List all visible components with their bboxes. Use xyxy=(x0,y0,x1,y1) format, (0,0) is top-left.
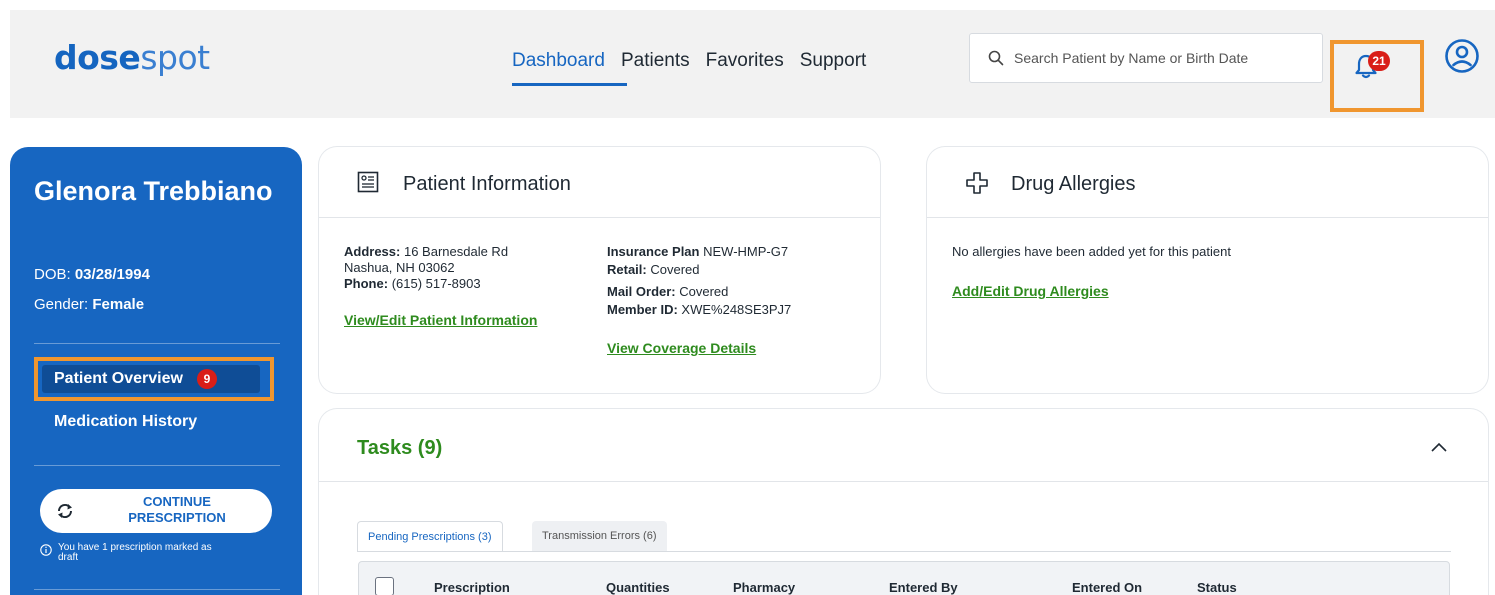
draft-notice: You have 1 prescription marked as draft xyxy=(40,543,218,563)
column-entered-on[interactable]: Entered On xyxy=(1072,580,1142,595)
notification-count-badge: 21 xyxy=(1368,51,1390,71)
patient-contact-details: Address: 16 Barnesdale Rd Nashua, NH 030… xyxy=(344,244,538,328)
tab-transmission-errors[interactable]: Transmission Errors (6) xyxy=(532,521,667,551)
insurance-details: Insurance Plan NEW-HMP-G7 Retail: Covere… xyxy=(607,244,792,356)
column-prescription[interactable]: Prescription xyxy=(434,580,510,595)
dosespot-logo[interactable]: dosespot xyxy=(54,38,210,77)
drug-allergies-card: Drug Allergies No allergies have been ad… xyxy=(927,147,1488,393)
column-entered-by[interactable]: Entered By xyxy=(889,580,958,595)
info-icon xyxy=(40,544,52,556)
drug-allergies-title: Drug Allergies xyxy=(1011,173,1136,195)
continue-prescription-button[interactable]: CONTINUE PRESCRIPTION xyxy=(40,489,272,533)
column-pharmacy[interactable]: Pharmacy xyxy=(733,580,795,595)
notifications-highlight: 21 xyxy=(1330,40,1424,112)
no-allergies-message: No allergies have been added yet for thi… xyxy=(952,244,1231,259)
tasks-card: Tasks (9) Pending Prescriptions (3) Tran… xyxy=(319,409,1488,595)
nav-support[interactable]: Support xyxy=(800,50,867,72)
column-quantities[interactable]: Quantities xyxy=(606,580,670,595)
sidebar-item-patient-overview[interactable]: Patient Overview 9 xyxy=(42,365,260,393)
nav-favorites[interactable]: Favorites xyxy=(706,50,784,72)
overview-count-badge: 9 xyxy=(196,369,217,389)
user-avatar-icon[interactable] xyxy=(1444,38,1480,74)
top-header: dosespot Dashboard Patients Favorites Su… xyxy=(10,10,1495,118)
active-nav-indicator xyxy=(512,83,627,86)
nav-patients[interactable]: Patients xyxy=(621,50,690,72)
tab-pending-prescriptions[interactable]: Pending Prescriptions (3) xyxy=(357,521,503,551)
patient-information-title: Patient Information xyxy=(403,173,571,195)
patient-sidebar: Glenora Trebbiano DOB: 03/28/1994 Gender… xyxy=(10,147,302,595)
view-coverage-details-link[interactable]: View Coverage Details xyxy=(607,340,756,356)
nav-dashboard[interactable]: Dashboard xyxy=(512,50,605,72)
card-divider xyxy=(319,481,1488,482)
sidebar-divider xyxy=(34,465,280,466)
chevron-up-icon[interactable] xyxy=(1430,441,1448,453)
patient-name: Glenora Trebbiano xyxy=(34,176,273,206)
patient-dob: DOB: 03/28/1994 xyxy=(34,266,150,283)
select-all-checkbox[interactable] xyxy=(375,577,394,595)
main-nav: Dashboard Patients Favorites Support xyxy=(512,50,882,72)
card-divider xyxy=(319,217,880,218)
medical-cross-icon xyxy=(966,172,988,194)
patient-overview-highlight: Patient Overview 9 xyxy=(34,357,274,401)
sidebar-item-medication-history[interactable]: Medication History xyxy=(54,413,197,431)
tabs-divider xyxy=(357,551,1451,552)
view-edit-patient-info-link[interactable]: View/Edit Patient Information xyxy=(344,312,537,328)
tasks-title: Tasks (9) xyxy=(357,437,443,459)
column-status[interactable]: Status xyxy=(1197,580,1237,595)
patient-search-input[interactable] xyxy=(1014,50,1314,66)
card-divider xyxy=(927,217,1488,218)
refresh-arrows-icon xyxy=(57,503,73,519)
search-icon xyxy=(988,50,1004,66)
patient-search-box[interactable] xyxy=(969,33,1323,83)
patient-information-card: Patient Information Address: 16 Barnesda… xyxy=(319,147,880,393)
sidebar-divider xyxy=(34,589,280,590)
sidebar-divider xyxy=(34,343,280,344)
add-edit-drug-allergies-link[interactable]: Add/Edit Drug Allergies xyxy=(952,283,1109,299)
patient-gender: Gender: Female xyxy=(34,296,145,313)
id-card-icon xyxy=(357,171,379,193)
tasks-table-header: Prescription Quantities Pharmacy Entered… xyxy=(358,561,1450,595)
